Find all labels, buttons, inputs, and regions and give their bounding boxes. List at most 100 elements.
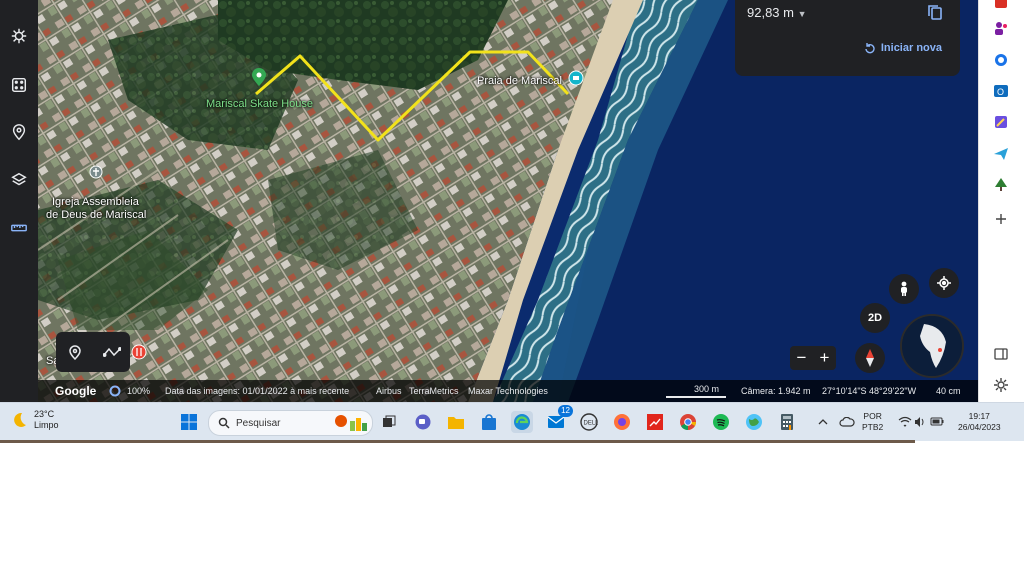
skate-house-pin-icon[interactable]	[251, 67, 267, 87]
chrome-button[interactable]	[677, 411, 699, 433]
label-church-line1[interactable]: Igreja Assembleia	[52, 196, 139, 209]
spotify-button[interactable]	[710, 411, 732, 433]
spotify-icon	[713, 414, 729, 430]
tray-chevron-button[interactable]	[815, 411, 831, 433]
app-red-button[interactable]	[644, 411, 666, 433]
measure-tools	[56, 332, 130, 372]
app-icon-red[interactable]	[993, 0, 1009, 10]
chevron-up-icon	[818, 419, 828, 425]
my-location-button[interactable]	[929, 268, 959, 298]
zoom-controls: − +	[790, 346, 836, 370]
search-highlight-icon	[335, 415, 367, 431]
distance-value: 92,83 m	[747, 5, 794, 20]
point-tool-button[interactable]	[65, 342, 85, 362]
windows-logo-icon	[181, 414, 197, 430]
weather-widget[interactable]: 23°C Limpo	[10, 409, 59, 431]
taskbar: 23°C Limpo Pesquisar 12 DELL POR PTB2 19…	[0, 402, 1024, 441]
system-tray-status[interactable]	[896, 411, 946, 433]
restart-icon	[865, 43, 875, 54]
mail-button[interactable]: 12	[545, 405, 573, 433]
people-icon[interactable]	[993, 20, 1009, 36]
edge-button[interactable]	[511, 411, 533, 433]
explorer-button[interactable]	[445, 411, 467, 433]
start-button[interactable]	[178, 411, 200, 433]
firefox-button[interactable]	[611, 411, 633, 433]
calculator-button[interactable]	[776, 411, 798, 433]
caret-down-icon: ▼	[797, 9, 807, 19]
voyager-icon[interactable]	[7, 24, 31, 48]
ruler-icon[interactable]	[7, 216, 31, 240]
restart-button[interactable]: Iniciar nova	[864, 42, 942, 54]
resolution: 40 cm	[936, 386, 961, 396]
store-button[interactable]	[478, 411, 500, 433]
compass-icon	[866, 349, 874, 367]
path-icon	[102, 347, 121, 357]
dell-icon: DELL	[580, 413, 598, 431]
globe-minimap[interactable]	[900, 314, 964, 378]
folder-icon	[448, 417, 464, 429]
language-line2: PTB2	[862, 422, 884, 432]
food-marker-icon[interactable]	[131, 344, 147, 360]
camera-altitude: Câmera: 1.942 m	[741, 386, 811, 396]
layers-icon[interactable]	[7, 168, 31, 192]
red-app-icon	[647, 414, 663, 430]
places-pin-icon[interactable]	[7, 120, 31, 144]
label-church-line2[interactable]: de Deus de Mariscal	[46, 209, 146, 222]
zoom-out-button[interactable]: −	[797, 348, 807, 368]
globe-icon	[902, 316, 962, 376]
earth-button[interactable]	[743, 411, 765, 433]
street-view-button[interactable]	[889, 274, 919, 304]
sidebar-toggle-icon[interactable]	[993, 346, 1009, 362]
send-icon[interactable]	[993, 146, 1009, 162]
coordinates: 27°10'14"S 48°29'22"W	[822, 386, 917, 396]
attribution-maxar: Maxar Technologies	[468, 386, 548, 396]
settings-gear-icon[interactable]	[993, 377, 1009, 393]
loading-ring-icon	[109, 385, 121, 399]
outlook-icon[interactable]: O	[993, 83, 1009, 99]
label-skate-house[interactable]: Mariscal Skate House	[206, 98, 313, 111]
add-icon[interactable]	[993, 211, 1009, 227]
church-marker-icon[interactable]	[89, 165, 103, 179]
svg-text:O: O	[997, 87, 1004, 97]
taskbar-search[interactable]: Pesquisar	[208, 410, 373, 436]
edge-icon	[514, 414, 530, 430]
path-tool-button[interactable]	[102, 342, 122, 362]
copy-icon[interactable]	[926, 3, 944, 21]
onedrive-button[interactable]	[838, 411, 856, 433]
beach-marker-icon[interactable]	[568, 70, 584, 86]
scale-label: 300 m	[694, 384, 720, 394]
chat-icon	[415, 414, 431, 430]
restart-label: Iniciar nova	[880, 42, 942, 54]
copilot-icon[interactable]	[993, 52, 1009, 68]
chrome-icon	[680, 414, 697, 431]
distance-dropdown[interactable]: 92,83 m ▼	[747, 5, 807, 20]
measure-panel: 92,83 m ▼ Iniciar nova	[735, 0, 960, 76]
weather-condition: Limpo	[34, 420, 59, 430]
earth-app-icon	[746, 414, 762, 430]
pin-icon	[68, 345, 81, 360]
dice-icon[interactable]	[7, 73, 31, 97]
imagery-date[interactable]: Data das imagens: 01/01/2022 à mais rece…	[165, 386, 349, 396]
calculator-icon	[781, 414, 793, 430]
loading-percent: 100%	[127, 386, 151, 396]
language-indicator[interactable]: POR PTB2	[862, 411, 883, 433]
taskview-button[interactable]	[378, 411, 400, 433]
clock-time: 19:17	[968, 411, 990, 421]
dell-button[interactable]: DELL	[578, 411, 600, 433]
scale-bar	[666, 396, 726, 398]
tree-icon[interactable]	[993, 177, 1009, 193]
weather-temp: 23°C	[34, 409, 55, 419]
chat-button[interactable]	[412, 411, 434, 433]
clock[interactable]: 19:17 26/04/2023	[958, 411, 1001, 433]
attribution-bar: Google 100% Data das imagens: 01/01/2022…	[38, 380, 978, 402]
label-beach[interactable]: Praia de Mariscal	[477, 75, 562, 88]
zoom-in-button[interactable]: +	[820, 348, 830, 368]
edit-tool-icon[interactable]	[993, 114, 1009, 130]
google-logo: Google	[55, 384, 97, 398]
toggle-2d-button[interactable]: 2D	[860, 303, 890, 333]
satellite-map[interactable]: Mariscal Skate House Praia de Mariscal I…	[38, 0, 978, 402]
left-rail	[0, 0, 38, 402]
compass-button[interactable]	[855, 343, 885, 373]
language-line1: POR	[863, 411, 882, 421]
screen: Mariscal Skate House Praia de Mariscal I…	[0, 0, 1024, 443]
